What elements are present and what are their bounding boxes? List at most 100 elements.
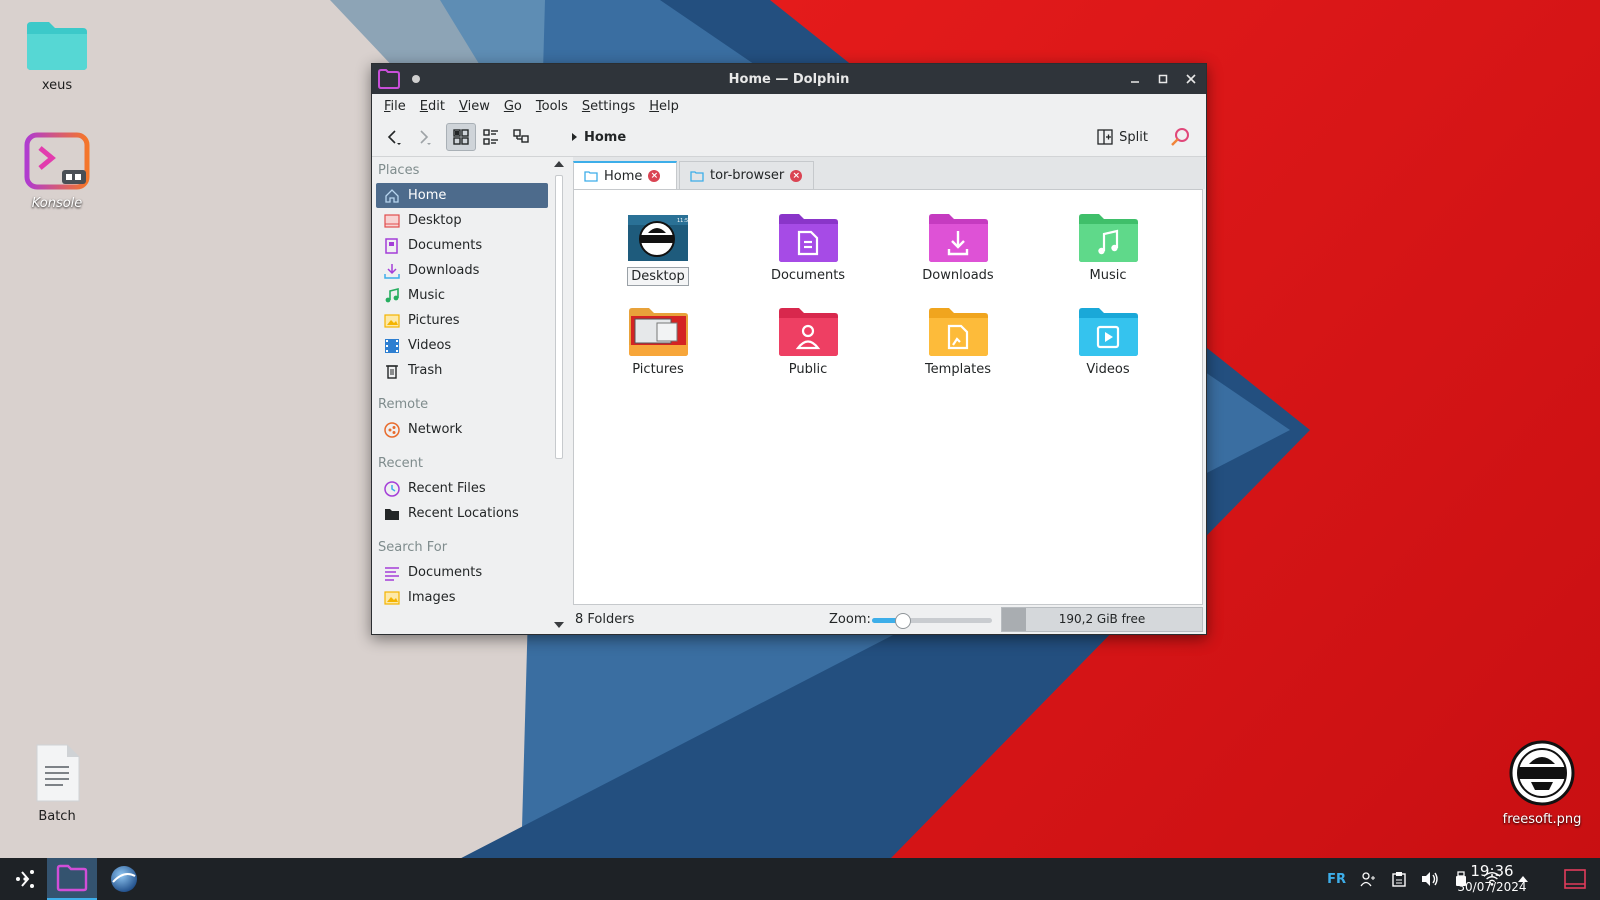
svg-text:11:55: 11:55 [677, 218, 689, 224]
split-button[interactable]: Split [1093, 124, 1152, 150]
sidebar-item-search-documents[interactable]: Documents [376, 560, 548, 585]
search-button[interactable] [1166, 124, 1194, 150]
forward-button[interactable] [408, 123, 438, 151]
menu-edit[interactable]: Edit [414, 97, 451, 116]
folder-item-documents[interactable]: Documents [748, 213, 868, 284]
sidebar-item-documents[interactable]: Documents [376, 233, 548, 258]
task-tor-browser[interactable] [99, 858, 149, 900]
menu-help[interactable]: Help [643, 97, 685, 116]
menu-bar: File Edit View Go Tools Settings Help [372, 94, 1206, 118]
pictures-icon [384, 313, 400, 328]
sidebar-item-music[interactable]: Music [376, 283, 548, 308]
templates-folder-icon [929, 308, 988, 356]
details-view-icon [513, 129, 529, 143]
folder-item-pictures[interactable]: Pictures [598, 307, 718, 378]
sidebar-item-home[interactable]: Home [376, 183, 548, 208]
menu-file[interactable]: File [378, 97, 412, 116]
desktop-icon-xeus[interactable]: xeus [9, 20, 105, 93]
back-button[interactable] [378, 123, 408, 151]
panel-splitter[interactable] [566, 157, 573, 634]
tab-close-icon[interactable]: × [790, 169, 803, 182]
folder-icon [690, 170, 704, 182]
status-bar: 8 Folders Zoom: 190,2 GiB free [573, 605, 1205, 634]
minimize-icon [1131, 81, 1139, 83]
close-icon [1186, 74, 1196, 84]
music-folder-icon [1079, 214, 1138, 262]
scrollbar-thumb[interactable] [555, 175, 563, 459]
forward-arrow-icon [420, 130, 431, 145]
minimize-button[interactable] [1126, 70, 1144, 88]
user-switcher-icon[interactable] [1359, 870, 1377, 888]
places-panel: Places Home Desktop Documents Downloads … [372, 157, 552, 634]
task-dolphin[interactable] [47, 858, 97, 900]
folder-item-public[interactable]: Public [748, 307, 868, 378]
search-images-icon [384, 590, 400, 605]
tab-tor-browser[interactable]: tor-browser × [679, 161, 814, 189]
dolphin-app-icon[interactable] [378, 69, 400, 89]
zoom-slider[interactable] [872, 613, 992, 629]
show-desktop-icon[interactable] [1564, 869, 1586, 889]
breadcrumb-home[interactable]: Home [584, 130, 626, 145]
sidebar-item-pictures[interactable]: Pictures [376, 308, 548, 333]
details-view-button[interactable] [506, 123, 536, 151]
places-section-title: Places [378, 163, 420, 178]
free-space-text: 190,2 GiB free [1058, 612, 1146, 626]
compact-view-button[interactable] [476, 123, 506, 151]
folder-item-desktop[interactable]: 11:55 Desktop [598, 213, 718, 286]
public-folder-icon [779, 308, 838, 356]
desktop-icon [384, 213, 400, 228]
recent-locations-icon [385, 508, 399, 520]
breadcrumb[interactable]: Home [570, 130, 626, 145]
sidebar-item-network[interactable]: Network [376, 417, 548, 442]
desktop-icon-label: freesoft.png [1502, 812, 1582, 827]
tor-browser-icon [111, 866, 137, 892]
clock-time: 19:36 [1470, 862, 1514, 880]
zoom-slider-handle[interactable] [895, 613, 911, 629]
application-launcher[interactable] [0, 858, 50, 900]
free-space-indicator[interactable]: 190,2 GiB free [1001, 607, 1203, 632]
tab-bar: Home × tor-browser × [573, 157, 1205, 189]
maximize-button[interactable] [1154, 70, 1172, 88]
keep-above-button[interactable] [412, 75, 420, 83]
desktop-icon-freesoft[interactable]: freesoft.png [1494, 740, 1590, 827]
menu-go[interactable]: Go [498, 97, 528, 116]
taskbar: FR 19:36 30/07/2024 [0, 858, 1600, 900]
compact-view-icon [483, 129, 498, 145]
places-scrollbar[interactable] [552, 157, 566, 634]
keyboard-layout-indicator[interactable]: FR [1327, 872, 1346, 887]
icons-view-button[interactable] [446, 123, 476, 151]
menu-view[interactable]: View [453, 97, 496, 116]
network-icon [384, 421, 400, 438]
sidebar-item-downloads[interactable]: Downloads [376, 258, 548, 283]
folder-item-templates[interactable]: Templates [898, 307, 1018, 378]
menu-settings[interactable]: Settings [576, 97, 641, 116]
tab-home[interactable]: Home × [573, 161, 677, 189]
digital-clock[interactable]: 19:36 30/07/2024 [1448, 863, 1536, 895]
folder-item-videos[interactable]: Videos [1048, 307, 1168, 378]
desktop-icon-konsole[interactable]: Konsole [9, 132, 105, 211]
scroll-down-arrow-icon[interactable] [554, 622, 564, 628]
sidebar-item-videos[interactable]: Videos [376, 333, 548, 358]
recent-section-title: Recent [378, 456, 423, 471]
sidebar-item-trash[interactable]: Trash [376, 358, 548, 383]
file-view[interactable]: 11:55 Desktop Documents Downloads [573, 189, 1203, 605]
sidebar-item-desktop[interactable]: Desktop [376, 208, 548, 233]
tab-close-icon[interactable]: × [648, 170, 661, 182]
sidebar-item-recent-files[interactable]: Recent Files [376, 476, 548, 501]
clipboard-icon[interactable] [1390, 870, 1408, 888]
folder-item-music[interactable]: Music [1048, 213, 1168, 284]
remote-section-title: Remote [378, 397, 429, 412]
home-icon [385, 188, 399, 203]
title-bar[interactable]: Home — Dolphin [372, 64, 1206, 94]
back-arrow-icon [387, 130, 401, 145]
launcher-icon [16, 870, 34, 888]
desktop-icon-batch[interactable]: Batch [9, 743, 105, 824]
folder-item-downloads[interactable]: Downloads [898, 213, 1018, 284]
scroll-up-arrow-icon[interactable] [554, 161, 564, 167]
menu-tools[interactable]: Tools [530, 97, 574, 116]
sidebar-item-search-images[interactable]: Images [376, 585, 548, 610]
close-button[interactable] [1182, 70, 1200, 88]
sidebar-item-recent-locations[interactable]: Recent Locations [376, 501, 548, 526]
downloads-folder-icon [929, 214, 988, 262]
volume-icon[interactable] [1421, 870, 1439, 888]
